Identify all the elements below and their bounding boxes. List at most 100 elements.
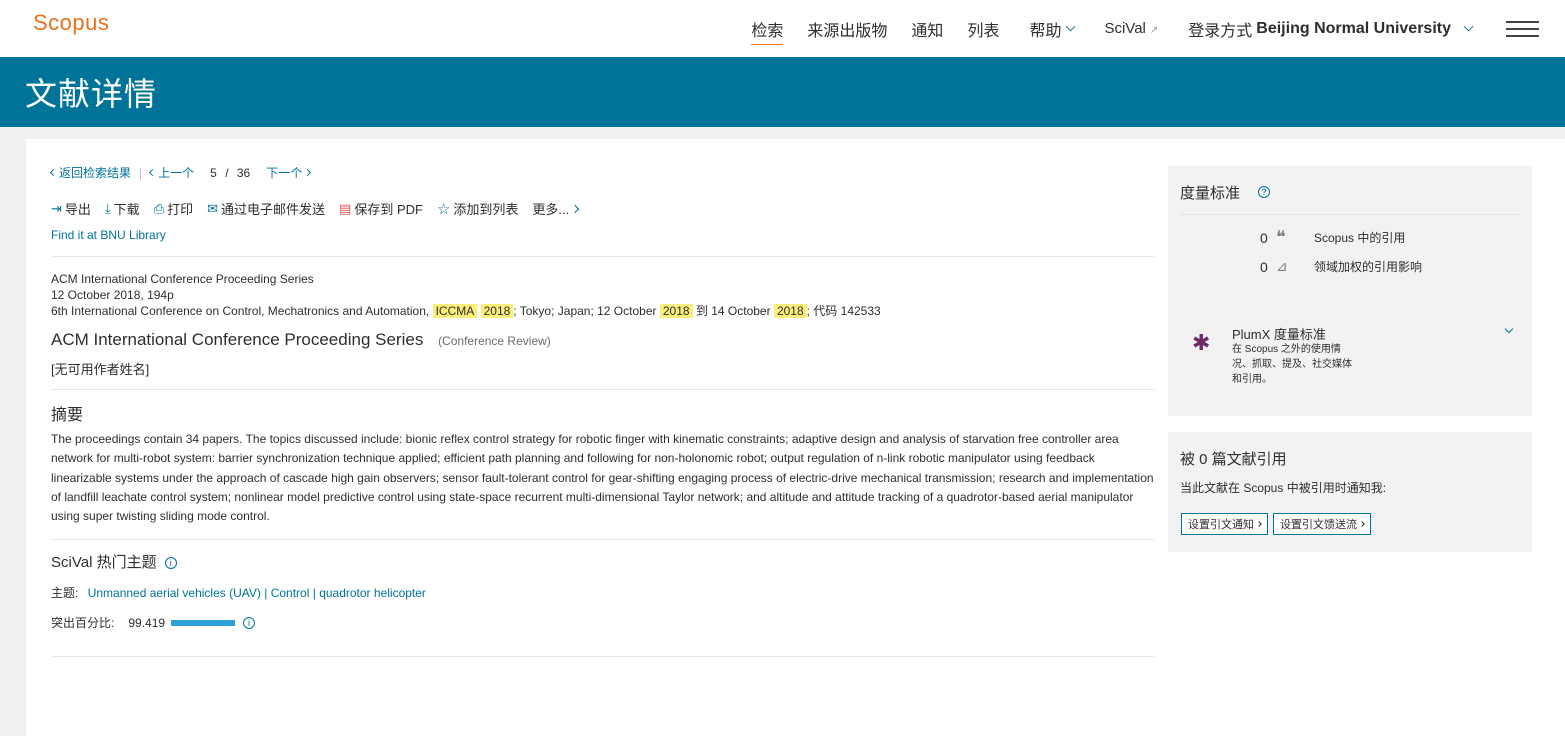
nav-lists[interactable]: 列表 [967, 17, 999, 41]
print-label: 打印 [167, 202, 194, 217]
print-icon: ⎙ [153, 200, 165, 216]
nav-login-prefix: 登录方式 [1188, 22, 1253, 40]
topic-separator: | [312, 586, 316, 600]
nav-search[interactable]: 检索 [751, 17, 784, 45]
save-pdf-label: 保存到 PDF [354, 202, 423, 217]
topic-link-quadrotor[interactable]: quadrotor helicopter [319, 586, 426, 600]
scopus-logo[interactable]: Scopus [33, 10, 109, 36]
page-title: 文献详情 [25, 76, 158, 112]
previous-link[interactable]: 上一个 [158, 164, 194, 181]
topic-row: 主题: Unmanned aerial vehicles (UAV) | Con… [51, 584, 426, 601]
add-to-list-label: 添加到列表 [453, 202, 519, 217]
download-label: 下载 [113, 202, 140, 217]
date-pages: 12 October 2018, 194p [51, 288, 174, 302]
email-icon: ✉ [207, 200, 219, 216]
plumx-title: PlumX 度量标准 [1232, 327, 1326, 342]
chevron-left-icon [49, 168, 58, 177]
save-pdf-button[interactable]: ▤ 保存到 PDF [339, 199, 423, 218]
star-icon: ☆ [436, 200, 451, 218]
document-toolbar: ⇥ 导出 ⤓ 下载 ⎙ 打印 ✉ 通过电子邮件发送 ▤ 保存到 PDF ☆ 添加… [51, 199, 592, 218]
chevron-right-icon [1256, 521, 1262, 527]
nav-alerts[interactable]: 通知 [911, 17, 943, 41]
chevron-down-icon [1066, 21, 1076, 32]
chevron-down-icon[interactable] [1504, 324, 1514, 334]
nav-help-label: 帮助 [1029, 22, 1062, 40]
divider [51, 539, 1155, 540]
nav-scival[interactable]: SciVal ↗ [1104, 20, 1158, 37]
divider [51, 389, 1155, 390]
chevron-right-icon [571, 204, 580, 213]
plumx-icon: ✱ [1192, 330, 1211, 355]
conference-location: ; Tokyo; Japan; 12 October [513, 304, 657, 318]
citation-count-label: Scopus 中的引用 [1314, 231, 1406, 245]
series-name[interactable]: ACM International Conference Proceeding … [51, 271, 881, 287]
scival-heading: SciVal 热门主题 i [51, 551, 177, 572]
prominence-row: 突出百分比: 99.419 i [51, 614, 256, 631]
citation-count-metric[interactable]: 0 ❝ Scopus 中的引用 [1260, 227, 1405, 248]
seesaw-icon: ⊿ [1276, 258, 1288, 274]
scival-heading-text: SciVal 热门主题 [51, 554, 157, 571]
fwci-value: 0 [1260, 258, 1268, 275]
source-info: ACM International Conference Proceeding … [51, 271, 881, 319]
export-button[interactable]: ⇥ 导出 [51, 199, 91, 218]
result-current: 5 [210, 165, 217, 180]
topic-link-uav[interactable]: Unmanned aerial vehicles (UAV) [88, 586, 261, 600]
document-title: ACM International Conference Proceeding … [51, 330, 551, 350]
add-to-list-button[interactable]: ☆ 添加到列表 [437, 199, 518, 218]
page-banner: 文献详情 [0, 57, 1565, 127]
set-citation-feed-button[interactable]: 设置引文馈送流 [1273, 513, 1371, 535]
chevron-left-icon [149, 168, 157, 177]
nav-help[interactable]: 帮助 [1029, 17, 1076, 41]
email-label: 通过电子邮件发送 [221, 202, 326, 217]
highlight-year: 2018 [659, 304, 693, 318]
top-bar: Scopus 检索 来源出版物 通知 列表 帮助 SciVal ↗ 登录方式 B… [0, 0, 1565, 57]
quote-icon: ❝ [1276, 227, 1286, 247]
divider: | [139, 165, 143, 180]
topic-separator: | [264, 586, 268, 600]
conference-end: 到 14 October [695, 304, 771, 318]
nav-sources[interactable]: 来源出版物 [807, 17, 887, 41]
prominence-value: 99.419 [128, 615, 166, 630]
conference-name: 6th International Conference on Control,… [51, 304, 430, 318]
more-button[interactable]: 更多... [532, 199, 580, 218]
library-link[interactable]: Find it at BNU Library [51, 228, 166, 242]
info-icon[interactable]: i [164, 557, 177, 570]
set-citation-alert-button[interactable]: 设置引文通知 [1181, 513, 1268, 535]
prominence-bar-fill [171, 619, 235, 626]
main-nav: 检索 来源出版物 通知 列表 帮助 SciVal ↗ 登录方式 Beijing … [727, 0, 1565, 57]
nav-login[interactable]: 登录方式 Beijing Normal University [1188, 17, 1474, 41]
chevron-right-icon [1359, 521, 1365, 527]
download-button[interactable]: ⤓ 下载 [105, 199, 140, 218]
info-icon[interactable]: i [243, 616, 256, 629]
prominence-bar [171, 619, 236, 626]
plumx-description: 在 Scopus 之外的使用情况、抓取、提及、社交媒体和引用。 [1232, 344, 1352, 385]
result-navigation: 返回检索结果 | 上一个 5 / 36 下一个 [49, 164, 312, 181]
email-button[interactable]: ✉ 通过电子邮件发送 [207, 199, 325, 218]
conference-code: ; 代码 142533 [806, 304, 881, 318]
cited-by-panel: 被 0 篇文献引用 当此文献在 Scopus 中被引用时通知我: 设置引文通知 … [1168, 432, 1532, 552]
nav-institution: Beijing Normal University [1256, 19, 1451, 37]
chevron-right-icon [304, 168, 312, 177]
next-link[interactable]: 下一个 [266, 164, 302, 181]
document-type: (Conference Review) [438, 334, 551, 348]
topic-link-control[interactable]: Control [271, 586, 310, 600]
download-icon: ⤓ [104, 200, 111, 216]
menu-icon[interactable] [1506, 20, 1539, 37]
metrics-heading: 度量标准 [1180, 185, 1241, 202]
print-button[interactable]: ⎙ 打印 [154, 199, 193, 218]
set-citation-feed-label: 设置引文馈送流 [1280, 519, 1357, 531]
back-to-results-link[interactable]: 返回检索结果 [59, 164, 131, 181]
result-total: 36 [236, 165, 251, 180]
abstract-heading: 摘要 [51, 407, 84, 424]
divider [51, 656, 1155, 657]
topic-label: 主题: [51, 586, 79, 600]
nav-scival-label: SciVal [1104, 20, 1146, 37]
help-icon[interactable]: ? [1258, 186, 1270, 198]
citation-count: 0 [1260, 229, 1268, 246]
fwci-metric[interactable]: 0 ⊿ 领域加权的引用影响 [1260, 258, 1422, 275]
cited-by-description: 当此文献在 Scopus 中被引用时通知我: [1180, 481, 1387, 495]
export-label: 导出 [64, 202, 91, 217]
document-title-text: ACM International Conference Proceeding … [51, 330, 424, 349]
abstract-text: The proceedings contain 34 papers. The t… [51, 432, 1154, 524]
chevron-down-icon [1463, 21, 1474, 32]
